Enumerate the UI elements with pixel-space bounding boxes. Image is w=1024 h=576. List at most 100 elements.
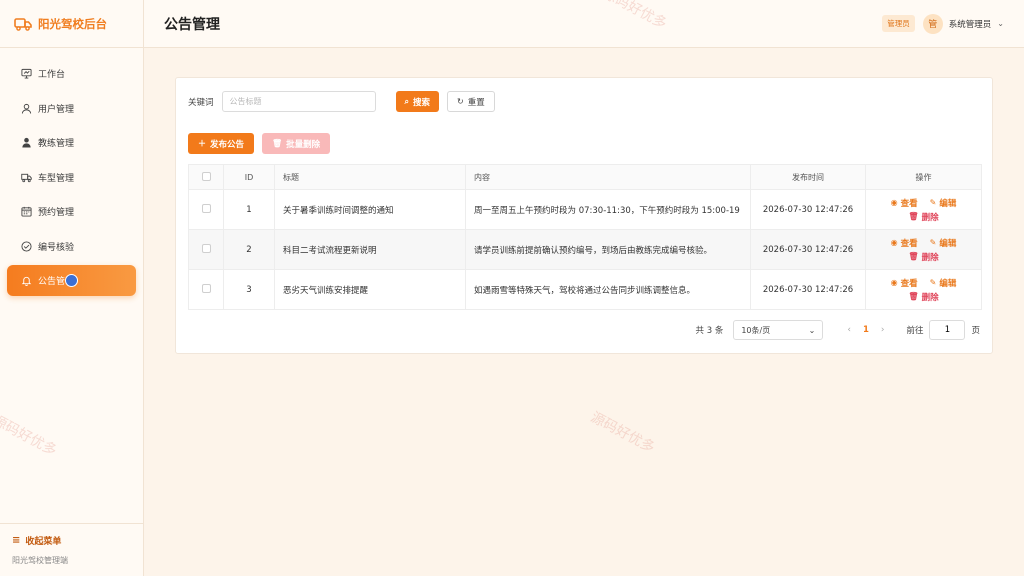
- search-icon: ⌕: [404, 96, 409, 106]
- cell-time: 2026-07-30 12:47:26: [750, 189, 866, 230]
- cell-content: 请学员训练前提前确认预约编号，到场后由教练完成编号核验。: [465, 229, 751, 270]
- trash-icon: 🗑: [908, 292, 919, 301]
- check-circle-icon: [21, 240, 32, 252]
- avatar: 管: [922, 13, 943, 34]
- keyword-input[interactable]: [221, 91, 376, 112]
- cell-content: 如遇雨雪等特殊天气，驾校将通过公告同步训练调整信息。: [465, 269, 751, 310]
- content-card: 关键词 ⌕ 搜索 ↻ 重置 ＋ 发布公告 🗑 批量删除 ID 标题: [175, 77, 993, 354]
- sidebar-footer: 阳光驾校管理端: [12, 556, 68, 565]
- brand: 阳光驾校后台: [0, 0, 143, 48]
- row-select-cell: [188, 189, 224, 230]
- column-header-id: ID: [223, 164, 275, 190]
- view-button[interactable]: ◉ 查看: [891, 237, 918, 249]
- column-header-title: 标题: [274, 164, 466, 190]
- select-all-checkbox[interactable]: [201, 171, 211, 181]
- row-checkbox[interactable]: [201, 243, 211, 253]
- sidebar-item-dashboard[interactable]: 工作台: [7, 58, 136, 89]
- sidebar-item-users[interactable]: 用户管理: [7, 93, 136, 124]
- row-checkbox[interactable]: [201, 203, 211, 213]
- edit-button[interactable]: ✎ 编辑: [930, 277, 957, 289]
- cell-actions: ◉ 查看 ✎ 编辑 🗑 删除: [865, 269, 982, 310]
- plus-icon: ＋: [198, 139, 206, 148]
- cell-content: 周一至周五上午预约时段为 07:30-11:30，下午预约时段为 15:00-1…: [465, 189, 751, 230]
- table-header-row: ID 标题 内容 发布时间 操作: [188, 164, 982, 190]
- table-row: 1 关于暑季训练时间调整的通知 周一至周五上午预约时段为 07:30-11:30…: [188, 189, 982, 230]
- sidebar-item-coaches[interactable]: 教练管理: [7, 127, 136, 158]
- cell-time: 2026-07-30 12:47:26: [750, 229, 866, 270]
- batch-delete-button[interactable]: 🗑 批量删除: [262, 133, 331, 154]
- view-button[interactable]: ◉ 查看: [891, 277, 918, 289]
- sidebar-item-label: 编号核验: [38, 242, 75, 253]
- edit-icon: ✎: [929, 238, 937, 247]
- table-toolbar: ＋ 发布公告 🗑 批量删除: [188, 133, 331, 154]
- page-size-select[interactable]: 10条/页 ⌄: [733, 320, 824, 340]
- bell-icon: [21, 276, 32, 286]
- table-row: 2 科目二考试流程更新说明 请学员训练前提前确认预约编号，到场后由教练完成编号核…: [188, 229, 982, 270]
- sidebar-item-bookings[interactable]: 预约管理: [7, 196, 136, 227]
- user-icon: [21, 103, 32, 114]
- column-header-time: 发布时间: [750, 164, 866, 190]
- cell-actions: ◉ 查看 ✎ 编辑 🗑 删除: [865, 189, 982, 230]
- page-title: 公告管理: [164, 16, 220, 33]
- column-header-actions: 操作: [865, 164, 982, 190]
- sidebar: 阳光驾校后台 工作台 用户管理 教练管理 车型管理 预约管理 编号核验 公告管 …: [0, 0, 144, 576]
- sidebar-item-label: 车型管理: [38, 173, 75, 184]
- delete-button[interactable]: 🗑 删除: [908, 251, 938, 263]
- delete-button[interactable]: 🗑 删除: [908, 211, 938, 223]
- refresh-icon: ↻: [457, 97, 464, 106]
- reset-button[interactable]: ↻ 重置: [447, 91, 495, 112]
- cell-id: 1: [223, 189, 275, 230]
- add-announcement-button[interactable]: ＋ 发布公告: [188, 133, 255, 154]
- cell-actions: ◉ 查看 ✎ 编辑 🗑 删除: [865, 229, 982, 270]
- eye-icon: ◉: [890, 198, 898, 207]
- eye-icon: ◉: [890, 278, 898, 287]
- collapse-menu-button[interactable]: ≡ 收起菜单: [12, 534, 133, 547]
- trash-icon: 🗑: [272, 139, 283, 148]
- coach-icon: [22, 137, 31, 148]
- goto-page-input[interactable]: [929, 320, 966, 340]
- dashboard-icon: [21, 68, 32, 79]
- next-page-icon[interactable]: ›: [881, 325, 885, 335]
- sidebar-item-vehicles[interactable]: 车型管理: [7, 162, 136, 193]
- sidebar-item-label: 教练管理: [38, 139, 75, 149]
- cell-time: 2026-07-30 12:47:26: [750, 269, 866, 310]
- edit-icon: ✎: [929, 278, 937, 287]
- watermark: 源码好优多: [587, 409, 658, 457]
- announcements-table: ID 标题 内容 发布时间 操作 1 关于暑季训练时间调整的通知 周一至周五上午…: [188, 164, 982, 310]
- edit-button[interactable]: ✎ 编辑: [930, 197, 957, 209]
- view-button[interactable]: ◉ 查看: [891, 197, 918, 209]
- sidebar-item-label: 公告管: [38, 277, 66, 287]
- cell-title: 恶劣天气训练安排提醒: [274, 269, 466, 310]
- username: 系统管理员: [948, 19, 992, 30]
- pagination: 共 3 条 10条/页 ⌄ ‹ 1 › 前往 页: [696, 320, 980, 340]
- sidebar-item-label: 工作台: [38, 70, 66, 80]
- total-count: 共 3 条: [695, 326, 724, 336]
- cursor-indicator: [65, 274, 78, 287]
- truck-icon: [21, 173, 32, 182]
- user-menu[interactable]: 管理员 管 系统管理员 ⌄: [882, 13, 1004, 34]
- truck-logo-icon: [14, 17, 32, 31]
- top-bar: 公告管理 管理员 管 系统管理员 ⌄: [144, 0, 1024, 48]
- edit-button[interactable]: ✎ 编辑: [930, 237, 957, 249]
- calendar-icon: [21, 206, 32, 217]
- collapse-label: 收起菜单: [25, 537, 62, 547]
- chevron-down-icon: ⌄: [997, 19, 1004, 28]
- sidebar-item-announcements[interactable]: 公告管: [7, 265, 136, 296]
- delete-button[interactable]: 🗑 删除: [908, 291, 938, 303]
- row-checkbox[interactable]: [201, 283, 211, 293]
- goto-label: 前往: [906, 326, 924, 336]
- prev-page-icon[interactable]: ‹: [847, 325, 851, 335]
- table-row: 3 恶劣天气训练安排提醒 如遇雨雪等特殊天气，驾校将通过公告同步训练调整信息。 …: [188, 269, 982, 310]
- sidebar-item-verify[interactable]: 编号核验: [7, 231, 136, 262]
- row-select-cell: [188, 269, 224, 310]
- sidebar-item-label: 用户管理: [38, 104, 75, 115]
- filter-bar: 关键词 ⌕ 搜索 ↻ 重置: [188, 91, 495, 112]
- sidebar-bottom: ≡ 收起菜单 阳光驾校管理端: [0, 523, 143, 576]
- sidebar-item-label: 预约管理: [38, 208, 75, 218]
- keyword-label: 关键词: [188, 97, 214, 108]
- select-all-cell: [188, 164, 224, 190]
- sidebar-menu: 工作台 用户管理 教练管理 车型管理 预约管理 编号核验 公告管: [0, 48, 143, 296]
- role-badge: 管理员: [882, 15, 915, 32]
- search-button[interactable]: ⌕ 搜索: [395, 91, 440, 112]
- page-number-current[interactable]: 1: [863, 325, 869, 335]
